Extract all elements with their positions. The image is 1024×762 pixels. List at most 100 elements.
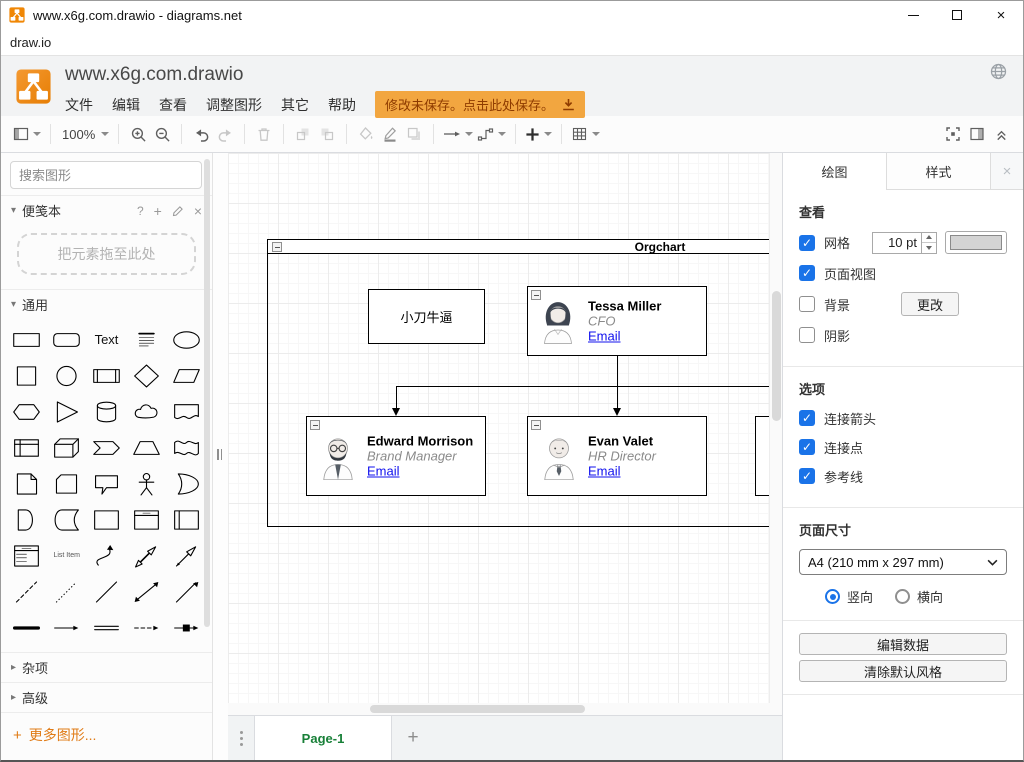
shape-hexagon[interactable] xyxy=(7,395,47,428)
menu-help[interactable]: 帮助 xyxy=(328,95,356,115)
shape-arrow[interactable] xyxy=(166,539,206,572)
zoom-out-button[interactable] xyxy=(150,121,174,147)
shape-document[interactable] xyxy=(166,395,206,428)
shape-directional-connector[interactable] xyxy=(166,575,206,608)
background-checkbox[interactable] xyxy=(799,296,815,312)
edge-tessa-evan[interactable] xyxy=(617,356,618,414)
shape-actor[interactable] xyxy=(126,467,166,500)
shadow-button[interactable] xyxy=(402,121,426,147)
undo-button[interactable] xyxy=(189,121,213,147)
landscape-radio[interactable]: 横向 xyxy=(895,587,943,606)
menu-arrange[interactable]: 调整图形 xyxy=(206,95,262,115)
shape-card[interactable] xyxy=(47,467,87,500)
email-link[interactable]: Email xyxy=(588,329,661,344)
shape-link[interactable] xyxy=(87,611,127,644)
misc-section-header[interactable]: ▸ 杂项 xyxy=(1,652,212,682)
delete-button[interactable] xyxy=(252,121,276,147)
collapse-chip[interactable] xyxy=(310,420,320,430)
menu-extras[interactable]: 其它 xyxy=(281,95,309,115)
shape-trapezoid[interactable] xyxy=(126,431,166,464)
scratchpad-help-icon[interactable]: ? xyxy=(137,204,144,218)
shape-or[interactable] xyxy=(166,467,206,500)
page-size-select[interactable]: A4 (210 mm x 297 mm) xyxy=(799,549,1007,575)
shape-triangle[interactable] xyxy=(47,395,87,428)
edit-data-button[interactable]: 编辑数据 xyxy=(799,633,1007,655)
guides-checkbox[interactable]: ✓ xyxy=(799,468,815,484)
menu-edit[interactable]: 编辑 xyxy=(112,95,140,115)
shape-callout[interactable] xyxy=(87,467,127,500)
line-color-button[interactable] xyxy=(378,121,402,147)
node-plain-box[interactable]: 小刀牛逼 xyxy=(368,289,485,344)
scratchpad-drop-area[interactable]: 把元素拖至此处 xyxy=(17,233,196,275)
zoom-level-dropdown[interactable]: 100% xyxy=(58,121,111,147)
shape-vertical-container[interactable] xyxy=(166,503,206,536)
format-panel-toggle-button[interactable] xyxy=(965,121,989,147)
shape-step[interactable] xyxy=(87,431,127,464)
fill-color-button[interactable] xyxy=(354,121,378,147)
shape-textbox[interactable] xyxy=(126,323,166,356)
scratchpad-add-icon[interactable]: + xyxy=(154,203,162,219)
shape-internal-storage[interactable] xyxy=(7,431,47,464)
portrait-radio[interactable]: 竖向 xyxy=(825,587,873,606)
canvas-vertical-scrollbar[interactable] xyxy=(769,153,782,703)
canvas-horizontal-scrollbar[interactable] xyxy=(228,703,782,715)
orgchart-container-titlebar[interactable]: Orgchart xyxy=(267,239,782,254)
shape-bidirectional-connector[interactable] xyxy=(126,575,166,608)
shape-circle[interactable] xyxy=(47,359,87,392)
shape-dotted-line[interactable] xyxy=(47,575,87,608)
shape-diamond[interactable] xyxy=(126,359,166,392)
connection-style-button[interactable] xyxy=(441,121,475,147)
tab-diagram[interactable]: 绘图 xyxy=(783,153,887,190)
tab-style[interactable]: 样式 xyxy=(887,153,991,189)
shape-ellipse[interactable] xyxy=(166,323,206,356)
shape-data-storage[interactable] xyxy=(47,503,87,536)
email-link[interactable]: Email xyxy=(367,464,473,479)
shape-labeled-edge[interactable] xyxy=(166,611,206,644)
advanced-section-header[interactable]: ▸ 高级 xyxy=(1,682,212,712)
node-tessa-miller[interactable]: Tessa Miller CFO Email xyxy=(527,286,707,356)
pages-menu-icon[interactable] xyxy=(228,716,254,760)
zoom-in-button[interactable] xyxy=(126,121,150,147)
unsaved-changes-banner[interactable]: 修改未保存。点击此处保存。 xyxy=(375,91,585,118)
shape-square[interactable] xyxy=(7,359,47,392)
to-front-button[interactable] xyxy=(291,121,315,147)
shape-bold-line[interactable] xyxy=(7,611,47,644)
shape-edge-arrow[interactable] xyxy=(47,611,87,644)
waypoint-style-button[interactable] xyxy=(475,121,508,147)
panel-close-icon[interactable]: × xyxy=(991,153,1023,189)
fullscreen-button[interactable] xyxy=(941,121,965,147)
shape-rounded-rectangle[interactable] xyxy=(47,323,87,356)
redo-button[interactable] xyxy=(213,121,237,147)
shape-dashed-line[interactable] xyxy=(7,575,47,608)
collapse-toolbar-button[interactable] xyxy=(989,121,1013,147)
maximize-button[interactable] xyxy=(935,1,979,29)
scratchpad-close-icon[interactable]: × xyxy=(194,203,202,219)
shape-tape[interactable] xyxy=(166,431,206,464)
language-globe-icon[interactable] xyxy=(990,63,1007,80)
shape-list[interactable] xyxy=(7,539,47,572)
tab-page-1[interactable]: Page-1 xyxy=(254,716,392,760)
shape-cloud[interactable] xyxy=(126,395,166,428)
table-button[interactable] xyxy=(569,121,602,147)
shadow-checkbox[interactable] xyxy=(799,327,815,343)
shape-line[interactable] xyxy=(87,575,127,608)
grid-checkbox[interactable]: ✓ xyxy=(799,235,815,251)
grid-size-input[interactable] xyxy=(872,232,922,254)
close-button[interactable]: × xyxy=(979,1,1023,29)
scratchpad-section-header[interactable]: ▾ 便笺本 ? + × xyxy=(1,195,212,225)
collapse-chip[interactable] xyxy=(531,420,541,430)
to-back-button[interactable] xyxy=(315,121,339,147)
shape-container[interactable] xyxy=(87,503,127,536)
edge-horizontal-branch[interactable] xyxy=(396,386,782,387)
shape-process[interactable] xyxy=(87,359,127,392)
shape-bidirectional-arrow[interactable] xyxy=(126,539,166,572)
page-view-menu-button[interactable] xyxy=(11,121,43,147)
node-edward-morrison[interactable]: Edward Morrison Brand Manager Email xyxy=(306,416,486,496)
shape-cube[interactable] xyxy=(47,431,87,464)
grid-color-button[interactable] xyxy=(945,231,1007,254)
page-view-checkbox[interactable]: ✓ xyxy=(799,265,815,281)
node-evan-valet[interactable]: Evan Valet HR Director Email xyxy=(527,416,707,496)
shape-container-title[interactable] xyxy=(126,503,166,536)
email-link[interactable]: Email xyxy=(588,464,656,479)
sidebar-scrollbar[interactable] xyxy=(204,159,210,627)
